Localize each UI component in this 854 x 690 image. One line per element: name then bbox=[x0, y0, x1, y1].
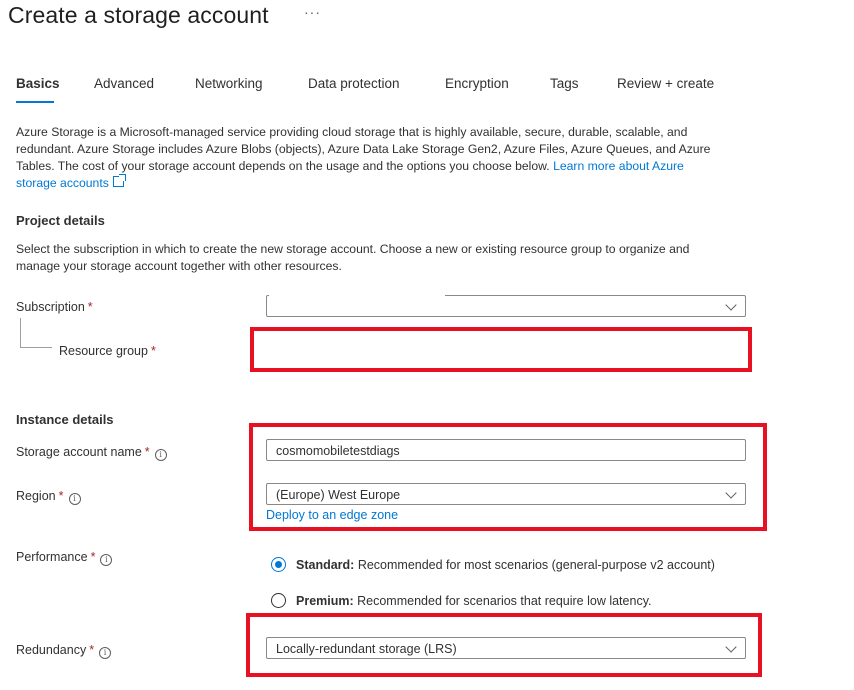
project-details-description: Select the subscription in which to crea… bbox=[16, 241, 746, 275]
required-marker: * bbox=[90, 550, 96, 564]
standard-desc: Recommended for most scenarios (general-… bbox=[354, 558, 715, 572]
intro-description: Azure Storage is a Microsoft-managed ser… bbox=[16, 124, 746, 192]
info-icon[interactable]: i bbox=[68, 493, 81, 505]
tab-networking[interactable]: Networking bbox=[195, 76, 263, 91]
redundancy-label: Redundancy * i bbox=[16, 643, 112, 659]
redundancy-label-text: Redundancy bbox=[16, 643, 87, 657]
required-marker: * bbox=[144, 445, 150, 459]
performance-premium-radio[interactable] bbox=[271, 593, 286, 608]
storage-account-name-label: Storage account name * i bbox=[16, 445, 167, 461]
instance-fields-highlight bbox=[249, 423, 767, 531]
intro-line-1: Azure Storage is a Microsoft-managed ser… bbox=[16, 125, 688, 139]
instance-details-heading: Instance details bbox=[16, 412, 114, 427]
tree-connector-horizontal bbox=[20, 347, 52, 348]
external-link-icon bbox=[112, 174, 126, 187]
chevron-down-icon bbox=[725, 299, 737, 311]
required-marker: * bbox=[58, 489, 64, 503]
subscription-label-text: Subscription bbox=[16, 300, 85, 314]
tab-tags[interactable]: Tags bbox=[550, 76, 579, 91]
redundancy-highlight bbox=[246, 613, 762, 677]
info-icon[interactable]: i bbox=[154, 449, 167, 461]
required-marker: * bbox=[89, 643, 95, 657]
tab-basics[interactable]: Basics bbox=[16, 76, 60, 91]
tree-connector-vertical bbox=[20, 318, 21, 348]
project-desc-line-2: manage your storage account together wit… bbox=[16, 259, 342, 273]
intro-line-4: storage accounts bbox=[16, 174, 746, 192]
tab-advanced[interactable]: Advanced bbox=[94, 76, 154, 91]
more-options-icon[interactable]: ··· bbox=[304, 4, 321, 20]
project-details-heading: Project details bbox=[16, 213, 105, 228]
info-icon[interactable]: i bbox=[100, 554, 113, 566]
tab-review-create[interactable]: Review + create bbox=[617, 76, 714, 91]
performance-label-text: Performance bbox=[16, 550, 88, 564]
performance-standard-label[interactable]: Standard: Recommended for most scenarios… bbox=[296, 558, 715, 572]
standard-title: Standard: bbox=[296, 558, 355, 572]
resource-group-label-text: Resource group bbox=[59, 344, 148, 358]
redaction-mask bbox=[269, 294, 445, 297]
premium-desc: Recommended for scenarios that require l… bbox=[353, 594, 652, 608]
project-desc-line-1: Select the subscription in which to crea… bbox=[16, 242, 690, 256]
required-marker: * bbox=[150, 344, 156, 358]
intro-line-3: Tables. The cost of your storage account… bbox=[16, 158, 746, 175]
tab-encryption[interactable]: Encryption bbox=[445, 76, 509, 91]
subscription-dropdown[interactable] bbox=[266, 295, 746, 317]
intro-line-3-text: Tables. The cost of your storage account… bbox=[16, 159, 550, 173]
learn-more-link[interactable]: Learn more about Azure bbox=[553, 159, 684, 173]
performance-label: Performance * i bbox=[16, 550, 113, 566]
subscription-label: Subscription * bbox=[16, 300, 93, 314]
required-marker: * bbox=[87, 300, 93, 314]
learn-more-link-continued[interactable]: storage accounts bbox=[16, 176, 109, 190]
performance-standard-radio[interactable] bbox=[271, 557, 286, 572]
tab-data-protection[interactable]: Data protection bbox=[308, 76, 400, 91]
performance-premium-label[interactable]: Premium: Recommended for scenarios that … bbox=[296, 594, 651, 608]
storage-account-name-label-text: Storage account name bbox=[16, 445, 142, 459]
info-icon[interactable]: i bbox=[99, 647, 112, 659]
intro-line-2: redundant. Azure Storage includes Azure … bbox=[16, 142, 711, 156]
page-title: Create a storage account bbox=[8, 2, 269, 28]
premium-title: Premium: bbox=[296, 594, 354, 608]
active-tab-indicator bbox=[16, 101, 54, 103]
resource-group-label: Resource group * bbox=[59, 344, 156, 358]
region-label: Region * i bbox=[16, 489, 81, 505]
region-label-text: Region bbox=[16, 489, 56, 503]
resource-group-dropdown-highlight[interactable] bbox=[250, 327, 752, 372]
